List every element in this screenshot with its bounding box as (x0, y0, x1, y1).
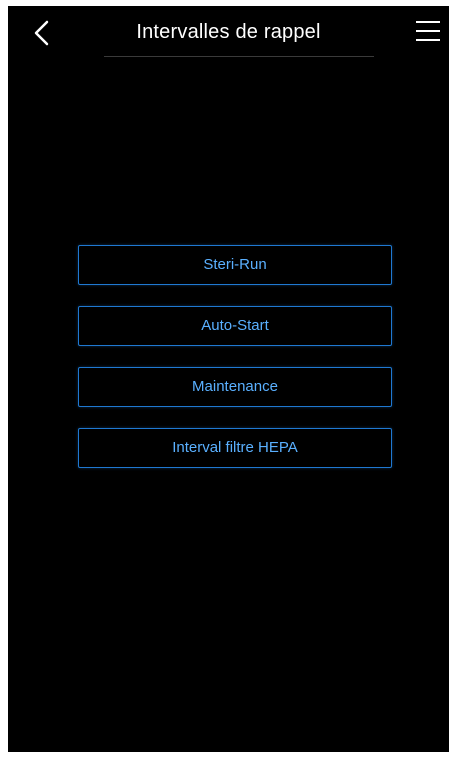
auto-start-button[interactable]: Auto-Start (78, 306, 392, 346)
hamburger-line (416, 30, 440, 32)
app-screen: Intervalles de rappel Steri-Run Auto-Sta… (8, 6, 449, 752)
title-divider (104, 56, 374, 57)
maintenance-button[interactable]: Maintenance (78, 367, 392, 407)
interval-options-list: Steri-Run Auto-Start Maintenance Interva… (78, 245, 392, 489)
page-title: Intervalles de rappel (136, 21, 321, 43)
header-bar: Intervalles de rappel (8, 6, 449, 62)
hepa-filter-interval-button[interactable]: Interval filtre HEPA (78, 428, 392, 468)
hamburger-line (416, 39, 440, 41)
hamburger-menu-icon (416, 21, 440, 23)
chevron-left-icon (34, 20, 49, 46)
menu-button[interactable] (414, 18, 444, 46)
back-button[interactable] (28, 16, 58, 50)
steri-run-button[interactable]: Steri-Run (78, 245, 392, 285)
